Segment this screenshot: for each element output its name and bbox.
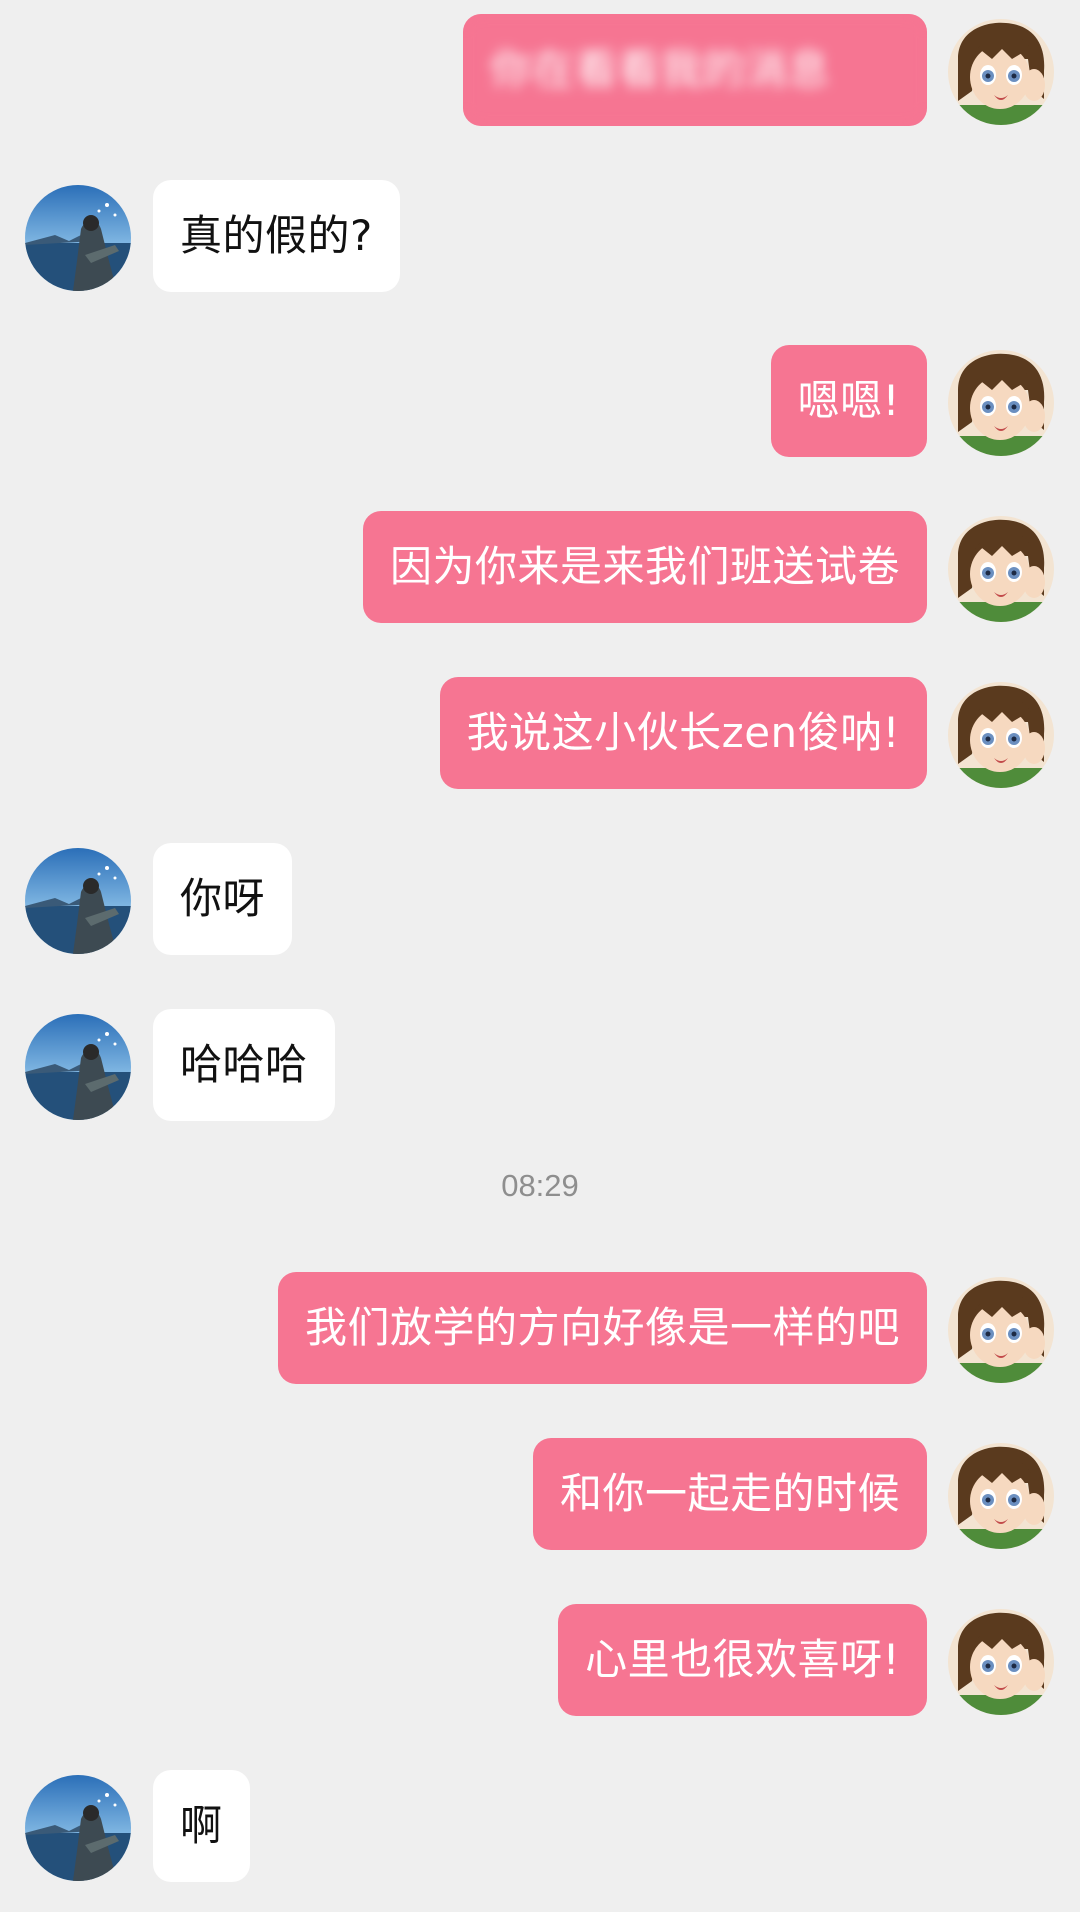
- seaside-person-avatar-icon[interactable]: [25, 848, 131, 954]
- anime-girl-avatar-icon[interactable]: [948, 1443, 1054, 1549]
- message-bubble-outgoing[interactable]: 我们放学的方向好像是一样的吧: [277, 1272, 927, 1384]
- message-bubble-incoming[interactable]: 你呀: [153, 843, 293, 955]
- message-bubble-outgoing[interactable]: 因为你来是来我们班送试卷: [362, 511, 927, 623]
- message-row-outgoing: 我说这小伙长zen俊呐!: [0, 677, 1080, 793]
- chat-thread: 你在看看我的消息 真的假的? 嗯嗯! 因为你来是来我们班送试卷 我说这小伙长ze…: [0, 0, 1080, 1912]
- message-row-outgoing: 嗯嗯!: [0, 345, 1080, 461]
- message-row-outgoing: 你在看看我的消息: [0, 14, 1080, 130]
- message-bubble-incoming[interactable]: 哈哈哈: [153, 1009, 335, 1121]
- message-bubble-incoming[interactable]: 啊: [153, 1770, 250, 1882]
- message-bubble-outgoing-blurred[interactable]: 你在看看我的消息: [463, 14, 927, 126]
- message-row-incoming: 你呀: [0, 843, 1080, 959]
- message-row-incoming: 啊: [0, 1770, 1080, 1886]
- anime-girl-avatar-icon[interactable]: [948, 350, 1054, 456]
- anime-girl-avatar-icon[interactable]: [948, 19, 1054, 125]
- anime-girl-avatar-icon[interactable]: [948, 516, 1054, 622]
- message-row-outgoing: 我们放学的方向好像是一样的吧: [0, 1272, 1080, 1388]
- message-bubble-outgoing[interactable]: 我说这小伙长zen俊呐!: [439, 677, 927, 789]
- anime-girl-avatar-icon[interactable]: [948, 1277, 1054, 1383]
- message-bubble-outgoing[interactable]: 和你一起走的时候: [532, 1438, 927, 1550]
- anime-girl-avatar-icon[interactable]: [948, 682, 1054, 788]
- seaside-person-avatar-icon[interactable]: [25, 1014, 131, 1120]
- message-row-incoming: 哈哈哈: [0, 1009, 1080, 1125]
- message-row-outgoing: 和你一起走的时候: [0, 1438, 1080, 1554]
- message-timestamp: 08:29: [501, 1168, 579, 1203]
- message-row-outgoing: 因为你来是来我们班送试卷: [0, 511, 1080, 627]
- message-row-incoming: 真的假的?: [0, 180, 1080, 296]
- message-row-outgoing: 心里也很欢喜呀!: [0, 1604, 1080, 1720]
- seaside-person-avatar-icon[interactable]: [25, 185, 131, 291]
- anime-girl-avatar-icon[interactable]: [948, 1609, 1054, 1715]
- seaside-person-avatar-icon[interactable]: [25, 1775, 131, 1881]
- message-bubble-outgoing[interactable]: 嗯嗯!: [770, 345, 927, 457]
- message-bubble-incoming[interactable]: 真的假的?: [153, 180, 400, 292]
- message-text: 你在看看我的消息: [463, 14, 927, 126]
- message-bubble-outgoing[interactable]: 心里也很欢喜呀!: [558, 1604, 927, 1716]
